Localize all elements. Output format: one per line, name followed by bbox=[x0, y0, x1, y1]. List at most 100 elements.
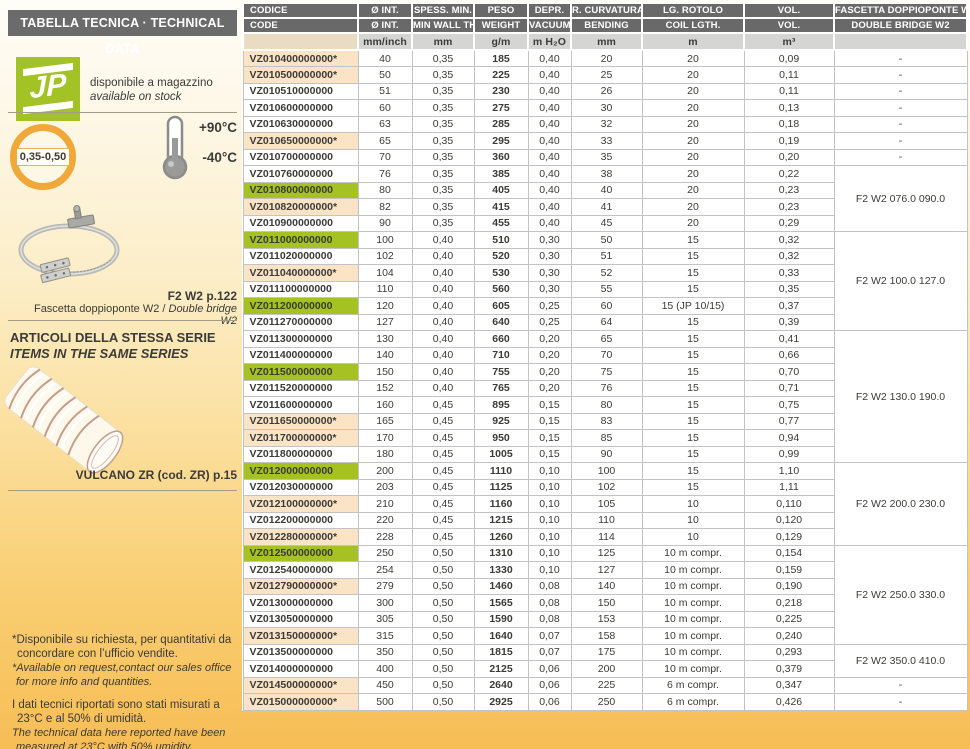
table-row: VZ010700000000700,353600,4035200,20- bbox=[243, 149, 967, 166]
diameter-cell: 279 bbox=[358, 578, 412, 595]
coil-cell: 15 bbox=[642, 380, 744, 397]
volume-cell: 0,120 bbox=[744, 512, 834, 529]
weight-cell: 2925 bbox=[474, 694, 528, 711]
series-title-it: ARTICOLI DELLA STESSA SERIE bbox=[10, 330, 216, 345]
volume-cell: 0,426 bbox=[744, 694, 834, 711]
thickness-cell: 0,40 bbox=[412, 380, 474, 397]
col-bending-en: BENDING bbox=[571, 18, 642, 33]
bridge-cell: F2 W2 100.0 127.0 bbox=[834, 232, 967, 331]
diameter-cell: 254 bbox=[358, 562, 412, 579]
code-cell: VZ010510000000 bbox=[243, 83, 358, 100]
volume-cell: 0,159 bbox=[744, 562, 834, 579]
divider bbox=[8, 112, 237, 113]
code-cell: VZ015000000000* bbox=[243, 694, 358, 711]
coil-cell: 20 bbox=[642, 83, 744, 100]
volume-cell: 0,11 bbox=[744, 67, 834, 84]
coil-cell: 6 m compr. bbox=[642, 694, 744, 711]
code-cell: VZ011000000000 bbox=[243, 232, 358, 249]
coil-cell: 15 bbox=[642, 331, 744, 348]
vacuum-cell: 0,30 bbox=[528, 281, 571, 298]
thickness-cell: 0,35 bbox=[412, 166, 474, 183]
diameter-cell: 315 bbox=[358, 628, 412, 645]
vacuum-cell: 0,40 bbox=[528, 215, 571, 232]
bending-cell: 55 bbox=[571, 281, 642, 298]
thickness-badge-label: 0,35-0,50 bbox=[17, 148, 69, 166]
volume-cell: 0,13 bbox=[744, 100, 834, 117]
col-weight-en: WEIGHT bbox=[474, 18, 528, 33]
code-cell: VZ011200000000 bbox=[243, 298, 358, 315]
code-cell: VZ011600000000 bbox=[243, 397, 358, 414]
clamp-reference: F2 W2 p.122 bbox=[60, 289, 237, 303]
weight-cell: 1310 bbox=[474, 545, 528, 562]
weight-cell: 385 bbox=[474, 166, 528, 183]
col-vacuum-it: DEPR. bbox=[528, 3, 571, 18]
thickness-cell: 0,35 bbox=[412, 83, 474, 100]
volume-cell: 0,71 bbox=[744, 380, 834, 397]
coil-cell: 15 bbox=[642, 281, 744, 298]
coil-cell: 10 m compr. bbox=[642, 644, 744, 661]
bridge-cell: - bbox=[834, 149, 967, 166]
diameter-cell: 228 bbox=[358, 529, 412, 546]
thickness-cell: 0,35 bbox=[412, 116, 474, 133]
code-cell: VZ011100000000 bbox=[243, 281, 358, 298]
bending-cell: 102 bbox=[571, 479, 642, 496]
table-body: VZ010400000000*400,351850,4020200,09-VZ0… bbox=[243, 50, 967, 710]
vacuum-cell: 0,40 bbox=[528, 116, 571, 133]
diameter-cell: 350 bbox=[358, 644, 412, 661]
vacuum-cell: 0,40 bbox=[528, 50, 571, 67]
bending-cell: 45 bbox=[571, 215, 642, 232]
code-cell: VZ012540000000 bbox=[243, 562, 358, 579]
stock-text-en: available on stock bbox=[90, 90, 213, 104]
coil-cell: 15 bbox=[642, 413, 744, 430]
code-cell: VZ010500000000* bbox=[243, 67, 358, 84]
thickness-cell: 0,45 bbox=[412, 397, 474, 414]
code-cell: VZ011020000000 bbox=[243, 248, 358, 265]
code-cell: VZ012200000000 bbox=[243, 512, 358, 529]
coil-cell: 10 m compr. bbox=[642, 562, 744, 579]
code-cell: VZ010760000000 bbox=[243, 166, 358, 183]
code-cell: VZ012500000000 bbox=[243, 545, 358, 562]
weight-cell: 1590 bbox=[474, 611, 528, 628]
code-cell: VZ012790000000* bbox=[243, 578, 358, 595]
diameter-cell: 210 bbox=[358, 496, 412, 513]
coil-cell: 20 bbox=[642, 50, 744, 67]
volume-cell: 0,218 bbox=[744, 595, 834, 612]
coil-cell: 15 (JP 10/15) bbox=[642, 298, 744, 315]
col-code-en: CODE bbox=[243, 18, 358, 33]
volume-cell: 1,10 bbox=[744, 463, 834, 480]
volume-cell: 0,22 bbox=[744, 166, 834, 183]
vacuum-cell: 0,20 bbox=[528, 380, 571, 397]
coil-cell: 10 m compr. bbox=[642, 545, 744, 562]
thickness-cell: 0,40 bbox=[412, 232, 474, 249]
bridge-cell: - bbox=[834, 677, 967, 694]
code-cell: VZ010820000000* bbox=[243, 199, 358, 216]
clamp-caption-en: Double bridge W2 bbox=[169, 303, 238, 327]
thickness-cell: 0,35 bbox=[412, 100, 474, 117]
unit-diameter: mm/inch bbox=[358, 33, 412, 50]
diameter-cell: 300 bbox=[358, 595, 412, 612]
footnote-availability-it: *Disponibile su richiesta, per quantitat… bbox=[12, 634, 235, 661]
volume-cell: 0,66 bbox=[744, 347, 834, 364]
diameter-cell: 170 bbox=[358, 430, 412, 447]
hose-reference: VULCANO ZR (cod. ZR) p.15 bbox=[60, 468, 237, 482]
col-diameter-en: Ø INT. bbox=[358, 18, 412, 33]
vacuum-cell: 0,25 bbox=[528, 314, 571, 331]
bending-cell: 64 bbox=[571, 314, 642, 331]
diameter-cell: 140 bbox=[358, 347, 412, 364]
bending-cell: 150 bbox=[571, 595, 642, 612]
bending-cell: 125 bbox=[571, 545, 642, 562]
bending-cell: 65 bbox=[571, 331, 642, 348]
vacuum-cell: 0,20 bbox=[528, 364, 571, 381]
volume-cell: 0,154 bbox=[744, 545, 834, 562]
diameter-cell: 130 bbox=[358, 331, 412, 348]
volume-cell: 0,110 bbox=[744, 496, 834, 513]
footnotes: *Disponibile su richiesta, per quantitat… bbox=[12, 634, 235, 749]
weight-cell: 765 bbox=[474, 380, 528, 397]
bending-cell: 127 bbox=[571, 562, 642, 579]
volume-cell: 0,99 bbox=[744, 446, 834, 463]
coil-cell: 15 bbox=[642, 314, 744, 331]
code-cell: VZ012000000000 bbox=[243, 463, 358, 480]
col-weight-it: PESO bbox=[474, 3, 528, 18]
thickness-cell: 0,35 bbox=[412, 67, 474, 84]
volume-cell: 0,41 bbox=[744, 331, 834, 348]
